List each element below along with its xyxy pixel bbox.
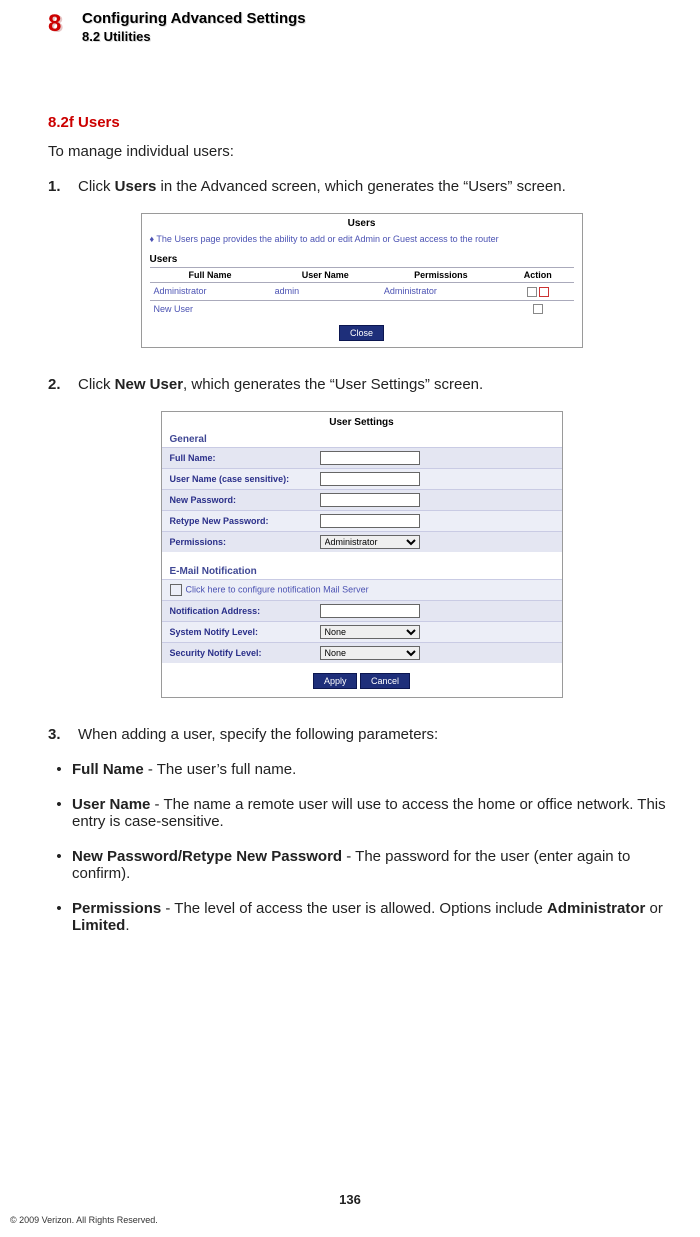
permissions-select[interactable]: Administrator bbox=[320, 535, 420, 549]
step-number: 2. bbox=[48, 376, 64, 393]
step-text: Click bbox=[78, 178, 115, 195]
sysnotify-select[interactable]: None bbox=[320, 625, 420, 639]
cell-username: admin bbox=[271, 283, 380, 301]
sub-heading: Users bbox=[142, 254, 582, 267]
user-settings-screenshot: User Settings General Full Name: User Na… bbox=[161, 411, 563, 698]
table-row: New User bbox=[150, 300, 574, 317]
bullet-dot: • bbox=[54, 848, 64, 882]
step-number: 1. bbox=[48, 178, 64, 195]
bullet-item: • User Name - The name a remote user wil… bbox=[54, 796, 675, 830]
bullet-bold: New Password/Retype New Password bbox=[72, 848, 342, 865]
step-bold: New User bbox=[115, 376, 183, 393]
bullet-dot: • bbox=[54, 796, 64, 830]
group-email: E-Mail Notification bbox=[162, 566, 562, 579]
chapter-number: 8 bbox=[48, 10, 61, 37]
label-username: User Name (case sensitive): bbox=[170, 474, 320, 484]
bullet-text: - The user’s full name. bbox=[144, 761, 297, 778]
bullet-text: . bbox=[125, 917, 129, 934]
bullet-text: or bbox=[645, 900, 663, 917]
bullet-text: - The level of access the user is allowe… bbox=[161, 900, 547, 917]
close-button[interactable]: Close bbox=[339, 325, 384, 341]
step-1: 1. Click Users in the Advanced screen, w… bbox=[48, 178, 675, 195]
col-username: User Name bbox=[271, 268, 380, 283]
step-text: Click bbox=[78, 376, 115, 393]
intro-text: To manage individual users: bbox=[48, 143, 675, 160]
bullet-bold: Administrator bbox=[547, 900, 645, 917]
label-secnotify: Security Notify Level: bbox=[170, 648, 320, 658]
cell-permissions: Administrator bbox=[380, 283, 502, 301]
cell-fullname: Administrator bbox=[150, 283, 271, 301]
group-general: General bbox=[162, 434, 562, 447]
users-table: Full Name User Name Permissions Action A… bbox=[150, 267, 574, 317]
notifaddr-input[interactable] bbox=[320, 604, 420, 618]
label-newpassword: New Password: bbox=[170, 495, 320, 505]
link-icon bbox=[170, 584, 182, 596]
step-number: 3. bbox=[48, 726, 64, 743]
bullet-text: - The name a remote user will use to acc… bbox=[72, 796, 666, 830]
fullname-input[interactable] bbox=[320, 451, 420, 465]
label-notifaddr: Notification Address: bbox=[170, 606, 320, 616]
cell-action bbox=[502, 283, 574, 301]
edit-icon[interactable] bbox=[527, 287, 537, 297]
bullet-dot: • bbox=[54, 761, 64, 778]
retypepassword-input[interactable] bbox=[320, 514, 420, 528]
step-text: , which generates the “User Settings” sc… bbox=[183, 376, 483, 393]
cancel-button[interactable]: Cancel bbox=[360, 673, 410, 689]
step-text: When adding a user, specify the followin… bbox=[78, 726, 675, 743]
bullet-item: • New Password/Retype New Password - The… bbox=[54, 848, 675, 882]
bullet-item: • Full Name - The user’s full name. bbox=[54, 761, 675, 778]
chapter-title: Configuring Advanced Settings bbox=[82, 10, 306, 28]
col-fullname: Full Name bbox=[150, 268, 271, 283]
panel-title: User Settings bbox=[162, 412, 562, 434]
bullet-bold: Limited bbox=[72, 917, 125, 934]
label-sysnotify: System Notify Level: bbox=[170, 627, 320, 637]
delete-icon[interactable] bbox=[539, 287, 549, 297]
chapter-subsection: 8.2 Utilities bbox=[82, 29, 306, 44]
step-3: 3. When adding a user, specify the follo… bbox=[48, 726, 675, 743]
label-fullname: Full Name: bbox=[170, 453, 320, 463]
section-heading: 8.2f Users bbox=[48, 114, 675, 131]
col-action: Action bbox=[502, 268, 574, 283]
secnotify-select[interactable]: None bbox=[320, 646, 420, 660]
bullet-dot: • bbox=[54, 900, 64, 934]
panel-title: Users bbox=[142, 214, 582, 232]
bullet-bold: Full Name bbox=[72, 761, 144, 778]
bullet-bold: User Name bbox=[72, 796, 150, 813]
step-bold: Users bbox=[115, 178, 157, 195]
users-screenshot: Users ♦ The Users page provides the abil… bbox=[141, 213, 583, 348]
apply-button[interactable]: Apply bbox=[313, 673, 358, 689]
chapter-header: 8 8 Configuring Advanced Settings 8.2 Ut… bbox=[48, 10, 675, 44]
newpassword-input[interactable] bbox=[320, 493, 420, 507]
cell-action bbox=[502, 300, 574, 317]
hint-text: ♦ The Users page provides the ability to… bbox=[142, 232, 582, 254]
add-icon[interactable] bbox=[533, 304, 543, 314]
username-input[interactable] bbox=[320, 472, 420, 486]
copyright: © 2009 Verizon. All Rights Reserved. bbox=[10, 1215, 158, 1225]
mail-server-link[interactable]: Click here to configure notification Mai… bbox=[186, 585, 369, 595]
table-row: Administrator admin Administrator bbox=[150, 283, 574, 301]
page-number: 136 bbox=[0, 1192, 700, 1207]
col-permissions: Permissions bbox=[380, 268, 502, 283]
step-2: 2. Click New User, which generates the “… bbox=[48, 376, 675, 393]
cell-newuser[interactable]: New User bbox=[150, 300, 271, 317]
label-retypepassword: Retype New Password: bbox=[170, 516, 320, 526]
step-text: in the Advanced screen, which generates … bbox=[156, 178, 565, 195]
bullet-item: • Permissions - The level of access the … bbox=[54, 900, 675, 934]
label-permissions: Permissions: bbox=[170, 537, 320, 547]
bullet-bold: Permissions bbox=[72, 900, 161, 917]
